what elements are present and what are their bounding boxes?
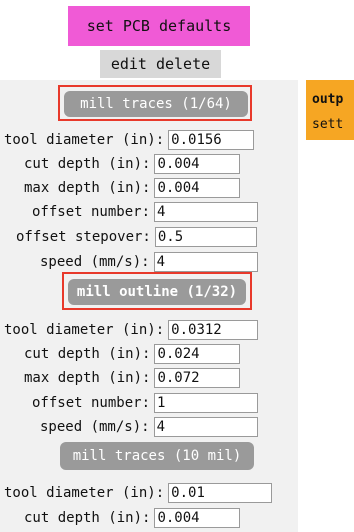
cut-depth-input[interactable]: 0.004 bbox=[154, 154, 241, 174]
max-depth-input[interactable]: 0.072 bbox=[154, 368, 241, 388]
field-label: cut depth (in): bbox=[24, 510, 151, 526]
field-label: offset number: bbox=[32, 395, 151, 411]
mill-traces-10-mil-button[interactable]: mill traces (10 mil) bbox=[60, 442, 254, 470]
speed-input[interactable]: 4 bbox=[153, 252, 258, 272]
output-settings-panel: outp sett bbox=[306, 80, 354, 140]
field-label: max depth (in): bbox=[24, 370, 151, 386]
set-pcb-defaults-button[interactable]: set PCB defaults bbox=[68, 6, 250, 46]
tool-diameter-row: tool diameter (in): 0.0156 bbox=[4, 129, 255, 151]
max-depth-input[interactable]: 0.004 bbox=[154, 178, 241, 198]
tool-diameter-input[interactable]: 0.01 bbox=[168, 483, 273, 503]
speed-input[interactable]: 4 bbox=[153, 417, 258, 437]
field-label: offset number: bbox=[32, 204, 151, 220]
field-label: tool diameter (in): bbox=[4, 132, 165, 148]
offset-number-input[interactable]: 1 bbox=[154, 393, 259, 413]
tool-diameter-input[interactable]: 0.0312 bbox=[168, 320, 259, 340]
field-label: speed (mm/s): bbox=[40, 419, 150, 435]
mill-traces-1-64-button[interactable]: mill traces (1/64) bbox=[64, 91, 248, 117]
field-label: offset stepover: bbox=[16, 229, 151, 245]
cut-depth-row: cut depth (in): 0.004 bbox=[24, 507, 241, 529]
tool-diameter-row: tool diameter (in): 0.0312 bbox=[4, 319, 259, 341]
speed-row: speed (mm/s): 4 bbox=[40, 416, 258, 438]
offset-number-row: offset number: 1 bbox=[32, 392, 259, 414]
cut-depth-input[interactable]: 0.024 bbox=[154, 344, 241, 364]
offset-number-input[interactable]: 4 bbox=[154, 202, 259, 222]
delete-button[interactable]: delete bbox=[156, 55, 210, 73]
offset-stepover-input[interactable]: 0.5 bbox=[154, 227, 257, 247]
output-label: outp bbox=[312, 92, 344, 107]
edit-delete-bar: edit delete bbox=[100, 50, 221, 78]
field-label: tool diameter (in): bbox=[4, 322, 165, 338]
field-label: cut depth (in): bbox=[24, 156, 151, 172]
max-depth-row: max depth (in): 0.072 bbox=[24, 367, 241, 389]
settings-label: sett bbox=[312, 117, 344, 132]
offset-number-row: offset number: 4 bbox=[32, 201, 259, 223]
offset-stepover-row: offset stepover: 0.5 bbox=[16, 226, 257, 248]
speed-row: speed (mm/s): 4 bbox=[40, 251, 258, 273]
field-label: cut depth (in): bbox=[24, 346, 151, 362]
tool-diameter-input[interactable]: 0.0156 bbox=[168, 130, 255, 150]
field-label: tool diameter (in): bbox=[4, 485, 165, 501]
tool-diameter-row: tool diameter (in): 0.01 bbox=[4, 482, 273, 504]
max-depth-row: max depth (in): 0.004 bbox=[24, 177, 241, 199]
cut-depth-row: cut depth (in): 0.004 bbox=[24, 153, 241, 175]
cut-depth-input[interactable]: 0.004 bbox=[154, 508, 241, 528]
field-label: max depth (in): bbox=[24, 180, 151, 196]
mill-outline-1-32-button[interactable]: mill outline (1/32) bbox=[68, 279, 246, 305]
field-label: speed (mm/s): bbox=[40, 254, 150, 270]
edit-button[interactable]: edit bbox=[111, 55, 147, 73]
mill-settings-panel: mill traces (1/64) tool diameter (in): 0… bbox=[0, 80, 298, 532]
cut-depth-row: cut depth (in): 0.024 bbox=[24, 343, 241, 365]
